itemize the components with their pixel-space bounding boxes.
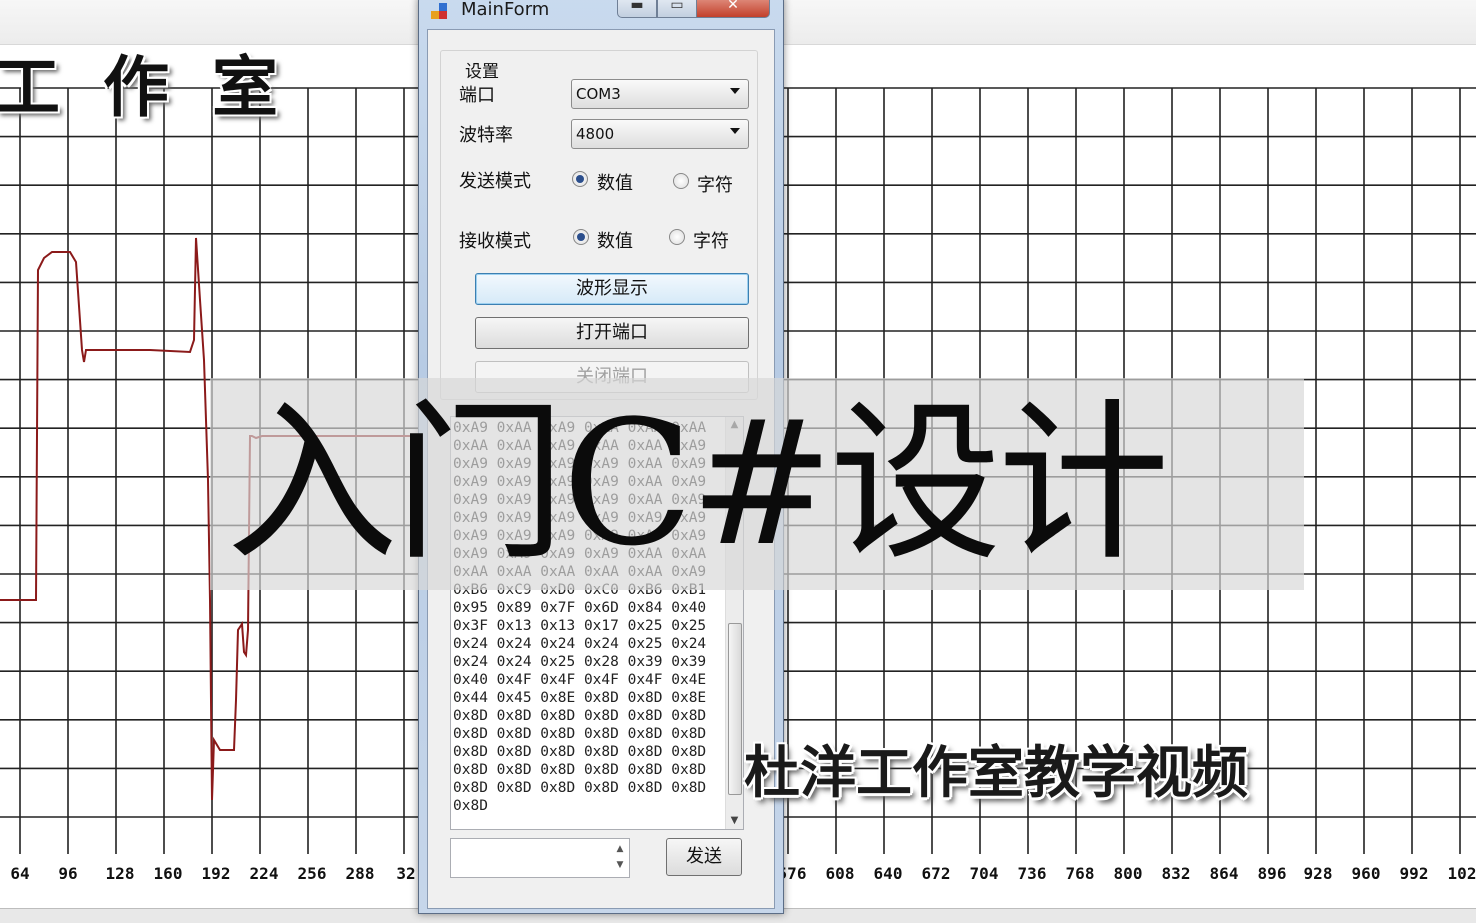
baud-label: 波特率 bbox=[459, 125, 513, 146]
receive-line: 0x8D 0x8D 0x8D 0x8D 0x8D 0x8D bbox=[453, 762, 707, 778]
port-label: 端口 bbox=[459, 85, 495, 106]
x-tick-label: 96 bbox=[58, 864, 78, 883]
receive-line: 0x3F 0x13 0x13 0x17 0x25 0x25 bbox=[453, 618, 707, 634]
video-caption: 杜洋工作室教学视频 bbox=[744, 741, 1248, 806]
port-value: COM3 bbox=[576, 85, 621, 103]
receive-line: 0x8D 0x8D 0x8D 0x8D 0x8D 0x8D bbox=[453, 780, 707, 796]
open-port-button[interactable]: 打开端口 bbox=[475, 317, 749, 349]
send-button[interactable]: 发送 bbox=[666, 838, 742, 876]
settings-group-title: 设置 bbox=[461, 57, 503, 82]
scroll-thumb[interactable]: ——— bbox=[728, 623, 742, 795]
receive-line: 0x8D bbox=[453, 798, 488, 814]
studio-title: 工 作 室 bbox=[0, 48, 288, 126]
send-mode-text-label[interactable]: 字符 bbox=[697, 171, 733, 197]
title-banner-text: 入门C#设计 bbox=[226, 383, 1170, 584]
receive-line: 0x24 0x24 0x24 0x24 0x25 0x24 bbox=[453, 636, 707, 652]
recv-mode-label: 接收模式 bbox=[459, 231, 531, 252]
recv-mode-numeric-label[interactable]: 数值 bbox=[597, 227, 633, 253]
window-titlebar[interactable]: MainForm ▬ ▭ ✕ bbox=[419, 0, 783, 27]
spin-down-icon[interactable]: ▼ bbox=[613, 857, 627, 873]
recv-mode-text-radio[interactable] bbox=[669, 229, 685, 245]
receive-line: 0x24 0x24 0x25 0x28 0x39 0x39 bbox=[453, 654, 707, 670]
receive-line: 0x40 0x4F 0x4F 0x4F 0x4F 0x4E bbox=[453, 672, 707, 688]
send-mode-numeric-radio[interactable] bbox=[572, 171, 588, 187]
waveform-display-button[interactable]: 波形显示 bbox=[475, 273, 749, 305]
receive-line: 0x8D 0x8D 0x8D 0x8D 0x8D 0x8D bbox=[453, 708, 707, 724]
baud-value: 4800 bbox=[576, 125, 615, 143]
receive-line: 0x8D 0x8D 0x8D 0x8D 0x8D 0x8D bbox=[453, 744, 707, 760]
chevron-down-icon bbox=[730, 128, 740, 134]
recv-mode-numeric-radio[interactable] bbox=[573, 229, 589, 245]
scroll-down-icon[interactable]: ▼ bbox=[726, 813, 743, 829]
x-tick-label: 102 bbox=[1447, 864, 1476, 883]
minimize-button[interactable]: ▬ bbox=[617, 0, 657, 18]
receive-line: 0x95 0x89 0x7F 0x6D 0x84 0x40 bbox=[453, 600, 707, 616]
settings-group: 设置 端口 COM3 波特率 4800 发送模式 数值 字符 接收模式 数值 字… bbox=[440, 50, 758, 400]
send-mode-text-radio[interactable] bbox=[673, 173, 689, 189]
maximize-button[interactable]: ▭ bbox=[657, 0, 697, 18]
spin-up-icon[interactable]: ▲ bbox=[613, 841, 627, 857]
receive-line: 0x8D 0x8D 0x8D 0x8D 0x8D 0x8D bbox=[453, 726, 707, 742]
send-input[interactable]: ▲ ▼ bbox=[450, 838, 630, 878]
recv-mode-text-label[interactable]: 字符 bbox=[693, 227, 729, 253]
send-mode-label: 发送模式 bbox=[459, 171, 531, 192]
port-combobox[interactable]: COM3 bbox=[571, 79, 749, 109]
send-mode-numeric-label[interactable]: 数值 bbox=[597, 169, 633, 195]
receive-line: 0x44 0x45 0x8E 0x8D 0x8D 0x8E bbox=[453, 690, 707, 706]
app-icon bbox=[431, 3, 449, 21]
window-title: MainForm bbox=[461, 0, 550, 20]
chevron-down-icon bbox=[730, 88, 740, 94]
send-input-scroll[interactable]: ▲ ▼ bbox=[613, 841, 627, 875]
close-button[interactable]: ✕ bbox=[696, 0, 770, 18]
baud-combobox[interactable]: 4800 bbox=[571, 119, 749, 149]
